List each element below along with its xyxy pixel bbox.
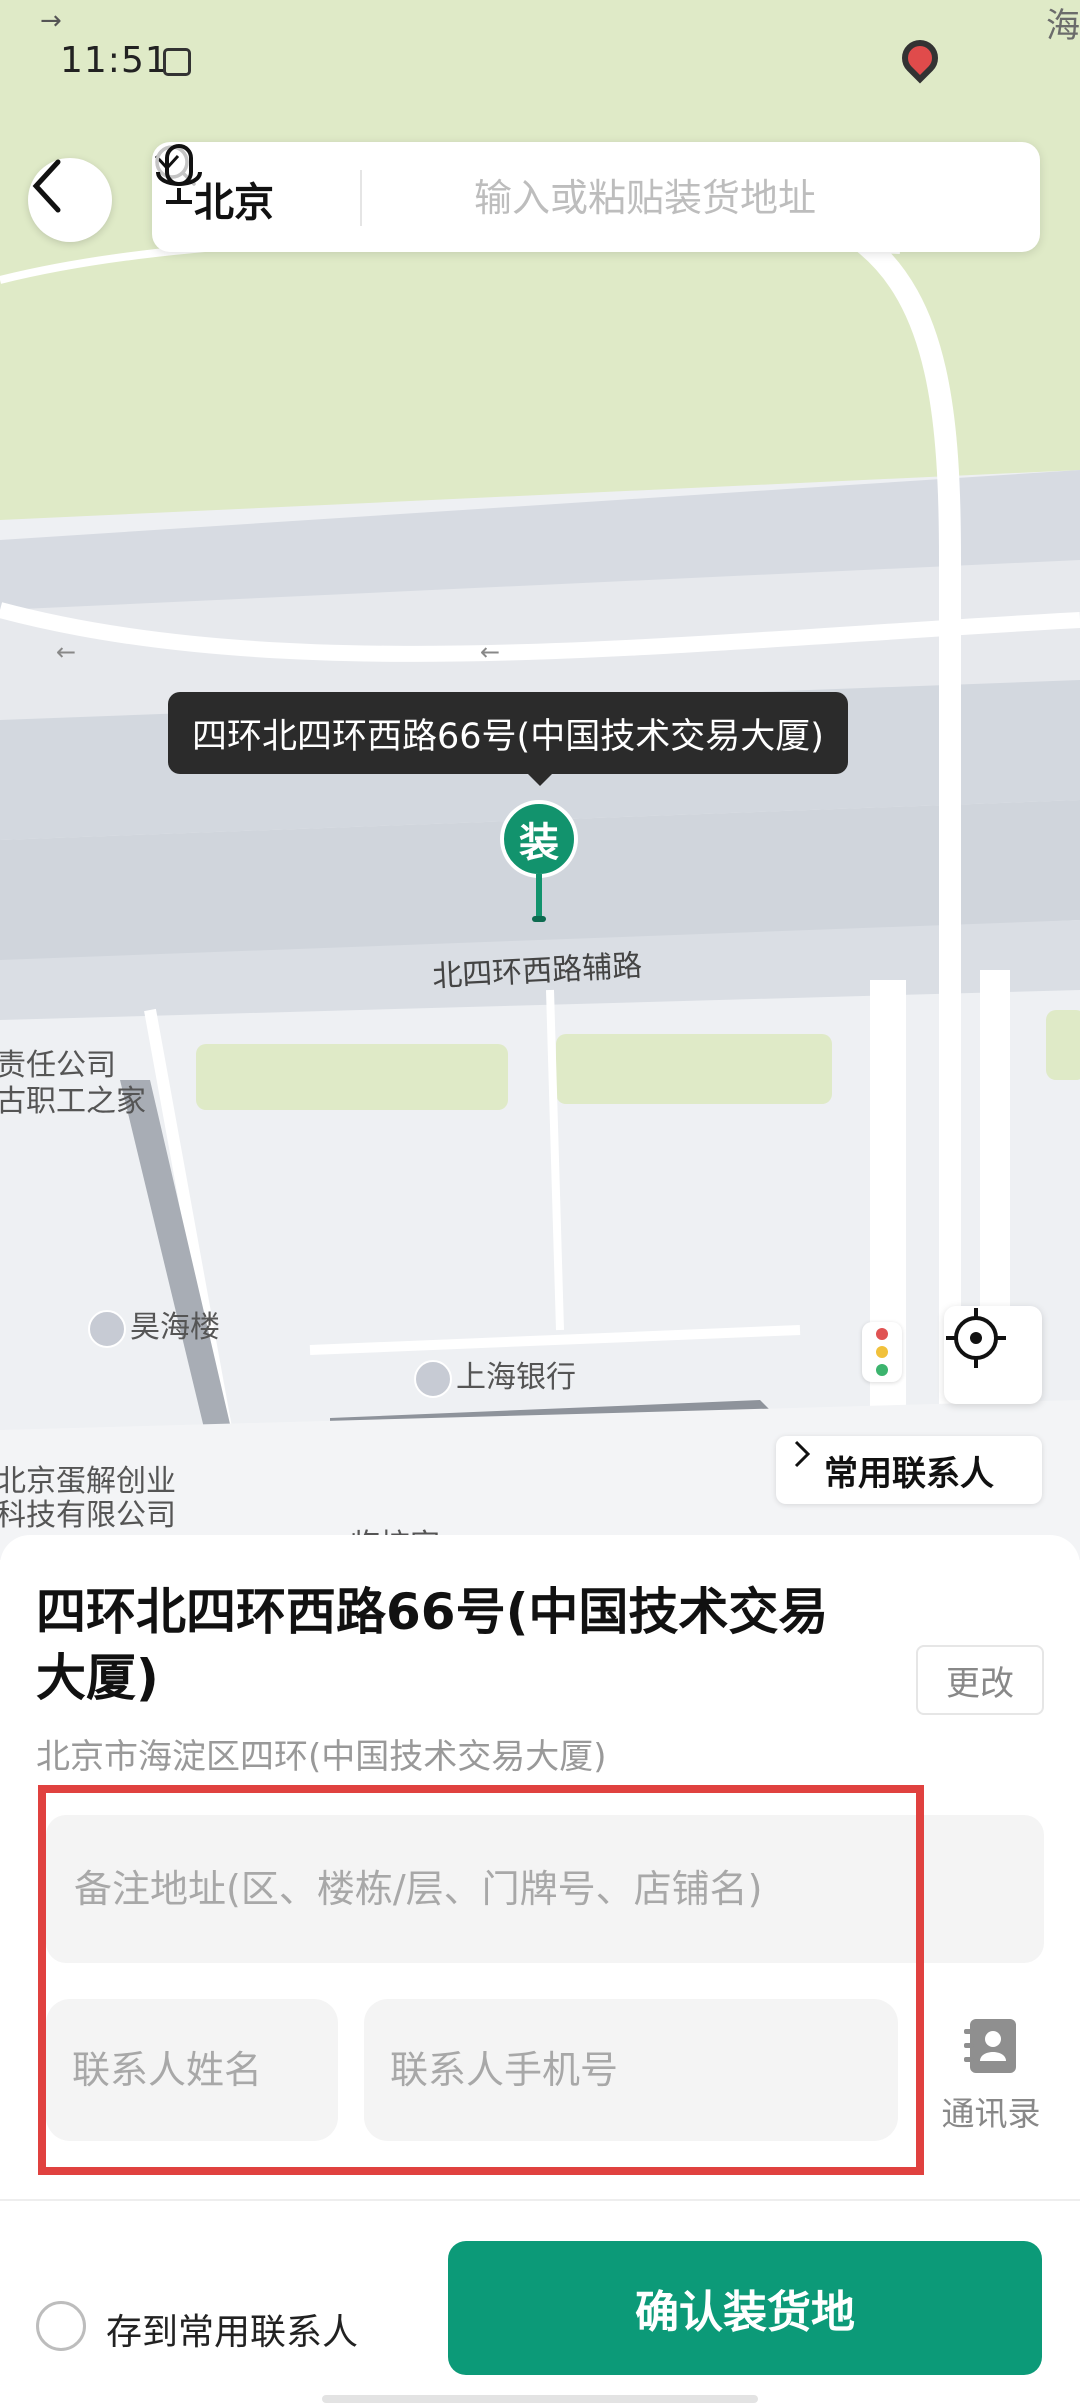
search-divider (360, 170, 362, 226)
addressbook-label: 通讯录 (941, 2094, 1041, 2133)
address-subtitle: 北京市海淀区四环(中国技术交易大厦) (36, 1737, 607, 1777)
pin-address-tooltip: 四环北四环西路66号(中国技术交易大厦) (168, 692, 848, 786)
back-arrow-icon (32, 159, 61, 213)
poi-label: 上海银行 (456, 1360, 576, 1395)
address-title: 四环北四环西路66号(中国技术交易大厦) (36, 1583, 829, 1707)
map-edge-label: 海 (1046, 6, 1080, 46)
status-bar: → 11:51 海 (0, 0, 1080, 120)
address-sheet: 四环北四环西路66号(中国技术交易大厦) 更改 北京市海淀区四环(中国技术交易大… (0, 1535, 1080, 2408)
divider (0, 2199, 1080, 2201)
common-contacts-button[interactable]: 常用联系人 (776, 1436, 1042, 1504)
forward-arrow-icon: → (40, 6, 62, 36)
search-bar: 北京 (152, 142, 1040, 252)
notification-icon (163, 48, 191, 76)
pin-anchor (532, 916, 546, 922)
save-contact-label[interactable]: 存到常用联系人 (106, 2303, 358, 2355)
confirm-loading-address-button[interactable]: 确认装货地 (448, 2241, 1042, 2375)
bank-icon (414, 1359, 452, 1398)
address-remark-input[interactable] (46, 1815, 1044, 1963)
contact-phone-input[interactable] (364, 1999, 898, 2141)
locate-button[interactable] (944, 1306, 1042, 1404)
home-indicator (322, 2395, 758, 2403)
loading-pin: 装 (500, 800, 578, 878)
map-label-poi: 上海银行 (414, 1352, 576, 1398)
poi-label: 昊海楼 (130, 1310, 220, 1345)
contact-book-icon (964, 2019, 1016, 2073)
pin-stem (536, 874, 542, 920)
common-contacts-label: 常用联系人 (824, 1453, 994, 1494)
map-label-company: 科技有限公司 (0, 1498, 176, 1533)
map-view[interactable]: ← ← → 11:51 海 北京 四环北四环西路66号(中国技术交易大厦) 装 (0, 0, 1080, 1560)
svg-text:←: ← (56, 638, 76, 666)
back-button[interactable] (28, 158, 112, 242)
chevron-right-icon (794, 1440, 811, 1468)
change-address-button[interactable]: 更改 (916, 1645, 1044, 1715)
building-icon (88, 1309, 126, 1348)
city-selector[interactable]: 北京 (194, 170, 274, 228)
addressbook-button[interactable]: 通讯录 (934, 2015, 1048, 2135)
crosshair-icon (946, 1308, 1006, 1368)
contact-name-input[interactable] (46, 1999, 338, 2141)
svg-text:←: ← (480, 638, 500, 666)
map-label-poi: 昊海楼 (88, 1302, 220, 1348)
address-search-input[interactable] (472, 164, 896, 232)
status-time: 11:51 (60, 40, 169, 81)
traffic-light-icon[interactable] (862, 1322, 902, 1382)
microphone-icon[interactable] (152, 142, 206, 208)
location-status-icon (894, 32, 946, 84)
map-label-company: 古职工之家 (0, 1084, 146, 1119)
save-contact-radio[interactable] (36, 2301, 86, 2351)
